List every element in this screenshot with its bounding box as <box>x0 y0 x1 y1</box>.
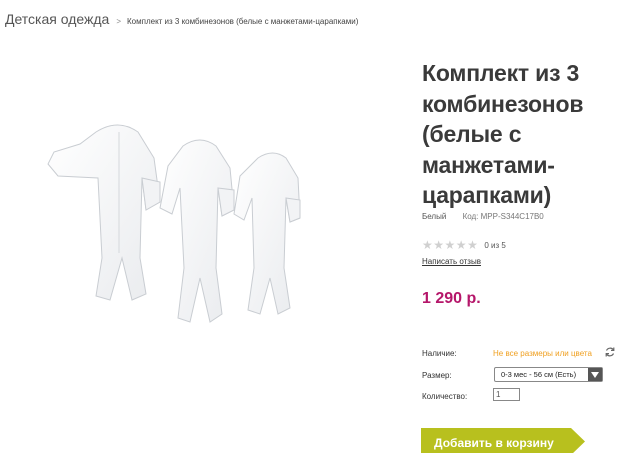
title-line: (белые с <box>422 121 522 147</box>
chevron-down-icon[interactable] <box>588 368 602 381</box>
breadcrumb-separator: > <box>116 17 122 26</box>
product-image[interactable] <box>28 118 308 340</box>
title-line: царапками) <box>422 182 552 208</box>
breadcrumb: Детская одежда > Комплект из 3 комбинезо… <box>5 11 358 27</box>
availability-value: Не все размеры или цвета <box>493 349 592 358</box>
product-title: Комплект из 3 комбинезонов (белые с манж… <box>422 58 632 211</box>
size-select-value: 0-3 мес - 56 см (Есть) <box>501 370 577 379</box>
star-icon[interactable]: ★ <box>422 239 433 251</box>
breadcrumb-current: Комплект из 3 комбинезонов (белые с манж… <box>127 17 359 26</box>
star-icon[interactable]: ★ <box>433 239 444 251</box>
size-label: Размер: <box>422 371 452 380</box>
product-price: 1 290 р. <box>422 290 481 307</box>
refresh-icon[interactable] <box>604 345 616 357</box>
product-code: Код: MPP-S344C17B0 <box>462 212 544 221</box>
quantity-input[interactable] <box>493 388 520 401</box>
star-icon[interactable]: ★ <box>456 239 467 251</box>
size-select[interactable]: 0-3 мес - 56 см (Есть) <box>494 367 603 382</box>
product-color: Белый <box>422 212 447 221</box>
title-line: манжетами- <box>422 151 555 178</box>
write-review-link[interactable]: Написать отзыв <box>422 257 481 266</box>
title-line: Комплект из 3 <box>422 60 580 86</box>
title-line: комбинезонов <box>422 90 584 117</box>
add-to-cart-button[interactable]: Добавить в корзину <box>421 428 585 453</box>
rating: ★ ★ ★ ★ ★ 0 из 5 <box>422 239 506 251</box>
availability-label: Наличие: <box>422 349 457 358</box>
rating-text: 0 из 5 <box>484 240 506 250</box>
breadcrumb-root-link[interactable]: Детская одежда <box>5 11 109 27</box>
add-to-cart-label: Добавить в корзину <box>434 436 554 450</box>
baby-sleepsuits-image <box>47 124 301 323</box>
star-icon[interactable]: ★ <box>445 239 456 251</box>
quantity-label: Количество: <box>422 392 468 401</box>
star-icon[interactable]: ★ <box>467 239 478 251</box>
product-meta: Белый Код: MPP-S344C17B0 <box>422 212 544 221</box>
